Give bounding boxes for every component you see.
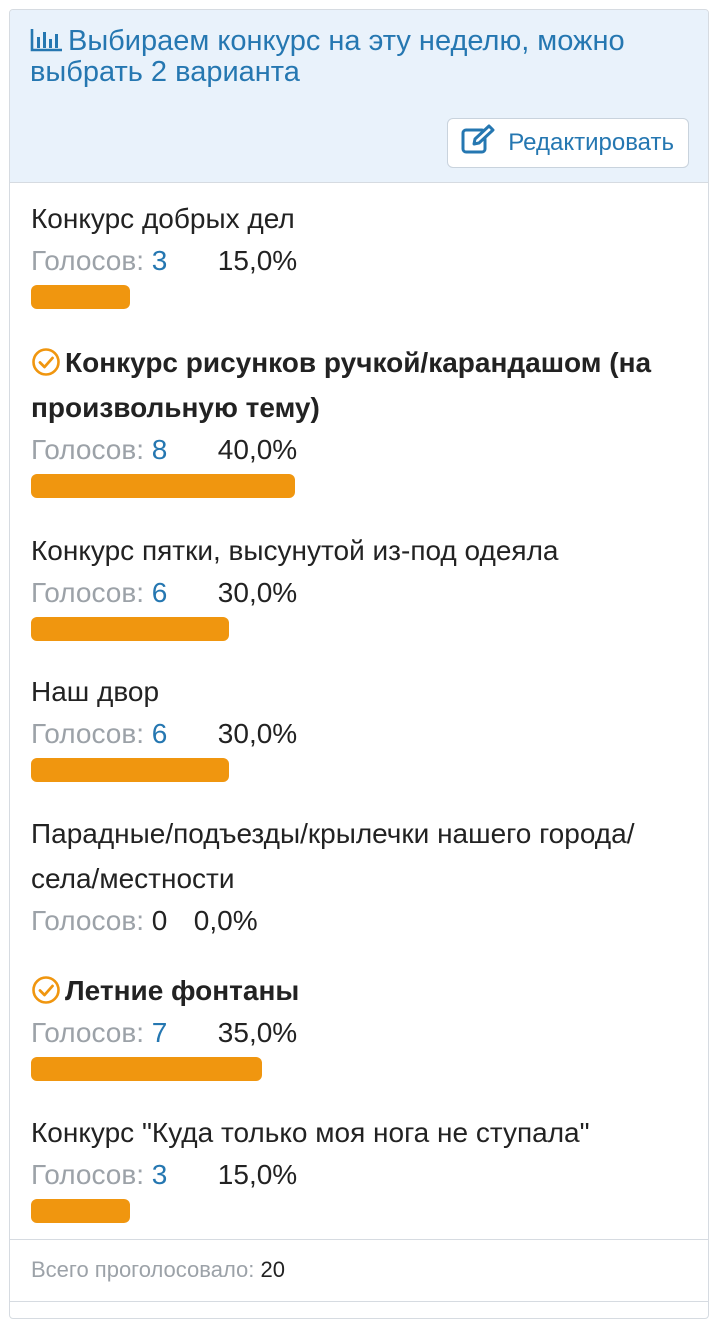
poll-option: Наш двор Голосов: 6 30,0% bbox=[31, 669, 691, 782]
poll-option: Конкурс пятки, высунутой из-под одеяла Го… bbox=[31, 528, 691, 641]
option-label: Летние фонтаны bbox=[31, 968, 691, 1013]
poll-option: Конкурс "Куда только моя нога не ступала… bbox=[31, 1110, 691, 1223]
option-label-text: Наш двор bbox=[31, 676, 160, 707]
votes-percent: 40,0% bbox=[217, 434, 298, 465]
option-label-text: Конкурс рисунков ручкой/карандашом (на п… bbox=[31, 347, 652, 423]
option-label-text: Парадные/подъезды/крылечки нашего города… bbox=[31, 818, 635, 894]
votes-count[interactable]: 3 bbox=[152, 1155, 218, 1195]
votes-count[interactable]: 8 bbox=[152, 430, 218, 470]
footer-divider bbox=[10, 1301, 708, 1318]
check-circle-icon bbox=[31, 345, 61, 376]
vote-bar bbox=[31, 1057, 262, 1081]
option-label-text: Летние фонтаны bbox=[65, 975, 300, 1006]
option-label-text: Конкурс пятки, высунутой из-под одеяла bbox=[31, 535, 559, 566]
option-label: Конкурс "Куда только моя нога не ступала… bbox=[31, 1110, 691, 1155]
votes-row: Голосов: 6 30,0% bbox=[31, 573, 691, 613]
votes-percent: 0,0% bbox=[193, 905, 258, 936]
vote-bar-track bbox=[31, 285, 691, 309]
poll-option: Конкурс рисунков ручкой/карандашом (на п… bbox=[31, 340, 691, 498]
vote-bar-track bbox=[31, 617, 691, 641]
vote-bar bbox=[31, 617, 229, 641]
vote-bar bbox=[31, 285, 130, 309]
votes-percent: 30,0% bbox=[217, 577, 298, 608]
vote-bar-track bbox=[31, 474, 691, 498]
vote-bar-track bbox=[31, 1057, 691, 1081]
option-label: Конкурс добрых дел bbox=[31, 196, 691, 241]
vote-bar-track bbox=[31, 758, 691, 782]
total-label: Всего проголосовало: bbox=[31, 1257, 255, 1282]
poll-option: Парадные/подъезды/крылечки нашего города… bbox=[31, 811, 691, 941]
votes-label: Голосов: bbox=[31, 434, 145, 465]
vote-bar bbox=[31, 758, 229, 782]
edit-button[interactable]: Редактировать bbox=[447, 118, 689, 168]
votes-count: 0 bbox=[151, 905, 168, 936]
poll-title-text: Выбираем конкурс на эту неделю, можно вы… bbox=[30, 25, 625, 88]
votes-count[interactable]: 6 bbox=[152, 714, 218, 754]
vote-bar bbox=[31, 474, 295, 498]
votes-label: Голосов: bbox=[31, 1159, 145, 1190]
votes-percent: 35,0% bbox=[217, 1017, 298, 1048]
votes-percent: 15,0% bbox=[217, 245, 298, 276]
votes-row: Голосов: 3 15,0% bbox=[31, 1155, 691, 1195]
check-circle-icon bbox=[31, 973, 61, 1004]
poll-card: Выбираем конкурс на эту неделю, можно вы… bbox=[9, 9, 709, 1319]
votes-percent: 30,0% bbox=[217, 718, 298, 749]
vote-bar bbox=[31, 1199, 130, 1223]
votes-count[interactable]: 6 bbox=[152, 573, 218, 613]
votes-label: Голосов: bbox=[31, 905, 145, 936]
vote-bar-track bbox=[31, 1199, 691, 1223]
poll-footer: Всего проголосовало: 20 bbox=[10, 1239, 708, 1301]
option-label: Наш двор bbox=[31, 669, 691, 714]
total-count: 20 bbox=[260, 1257, 285, 1282]
poll-option: Летние фонтаны Голосов: 7 35,0% bbox=[31, 968, 691, 1081]
poll-header: Выбираем конкурс на эту неделю, можно вы… bbox=[10, 10, 708, 183]
poll-title: Выбираем конкурс на эту неделю, можно вы… bbox=[30, 26, 688, 88]
option-label: Парадные/подъезды/крылечки нашего города… bbox=[31, 811, 691, 901]
votes-row: Голосов: 7 35,0% bbox=[31, 1013, 691, 1053]
option-label: Конкурс рисунков ручкой/карандашом (на п… bbox=[31, 340, 691, 430]
votes-label: Голосов: bbox=[31, 1017, 145, 1048]
votes-row: Голосов: 8 40,0% bbox=[31, 430, 691, 470]
edit-icon bbox=[460, 124, 496, 163]
votes-row: Голосов: 6 30,0% bbox=[31, 714, 691, 754]
votes-count[interactable]: 3 bbox=[152, 241, 218, 281]
votes-row: Голосов: 3 15,0% bbox=[31, 241, 691, 281]
votes-label: Голосов: bbox=[31, 718, 145, 749]
votes-label: Голосов: bbox=[31, 577, 145, 608]
votes-label: Голосов: bbox=[31, 245, 145, 276]
votes-row: Голосов: 0 0,0% bbox=[31, 901, 691, 941]
option-label-text: Конкурс "Куда только моя нога не ступала… bbox=[31, 1117, 590, 1148]
votes-count[interactable]: 7 bbox=[152, 1013, 218, 1053]
edit-button-label: Редактировать bbox=[508, 129, 674, 156]
option-label: Конкурс пятки, высунутой из-под одеяла bbox=[31, 528, 691, 573]
poll-option: Конкурс добрых дел Голосов: 3 15,0% bbox=[31, 196, 691, 309]
bar-chart-icon bbox=[30, 27, 64, 53]
option-label-text: Конкурс добрых дел bbox=[31, 203, 295, 234]
votes-percent: 15,0% bbox=[217, 1159, 298, 1190]
